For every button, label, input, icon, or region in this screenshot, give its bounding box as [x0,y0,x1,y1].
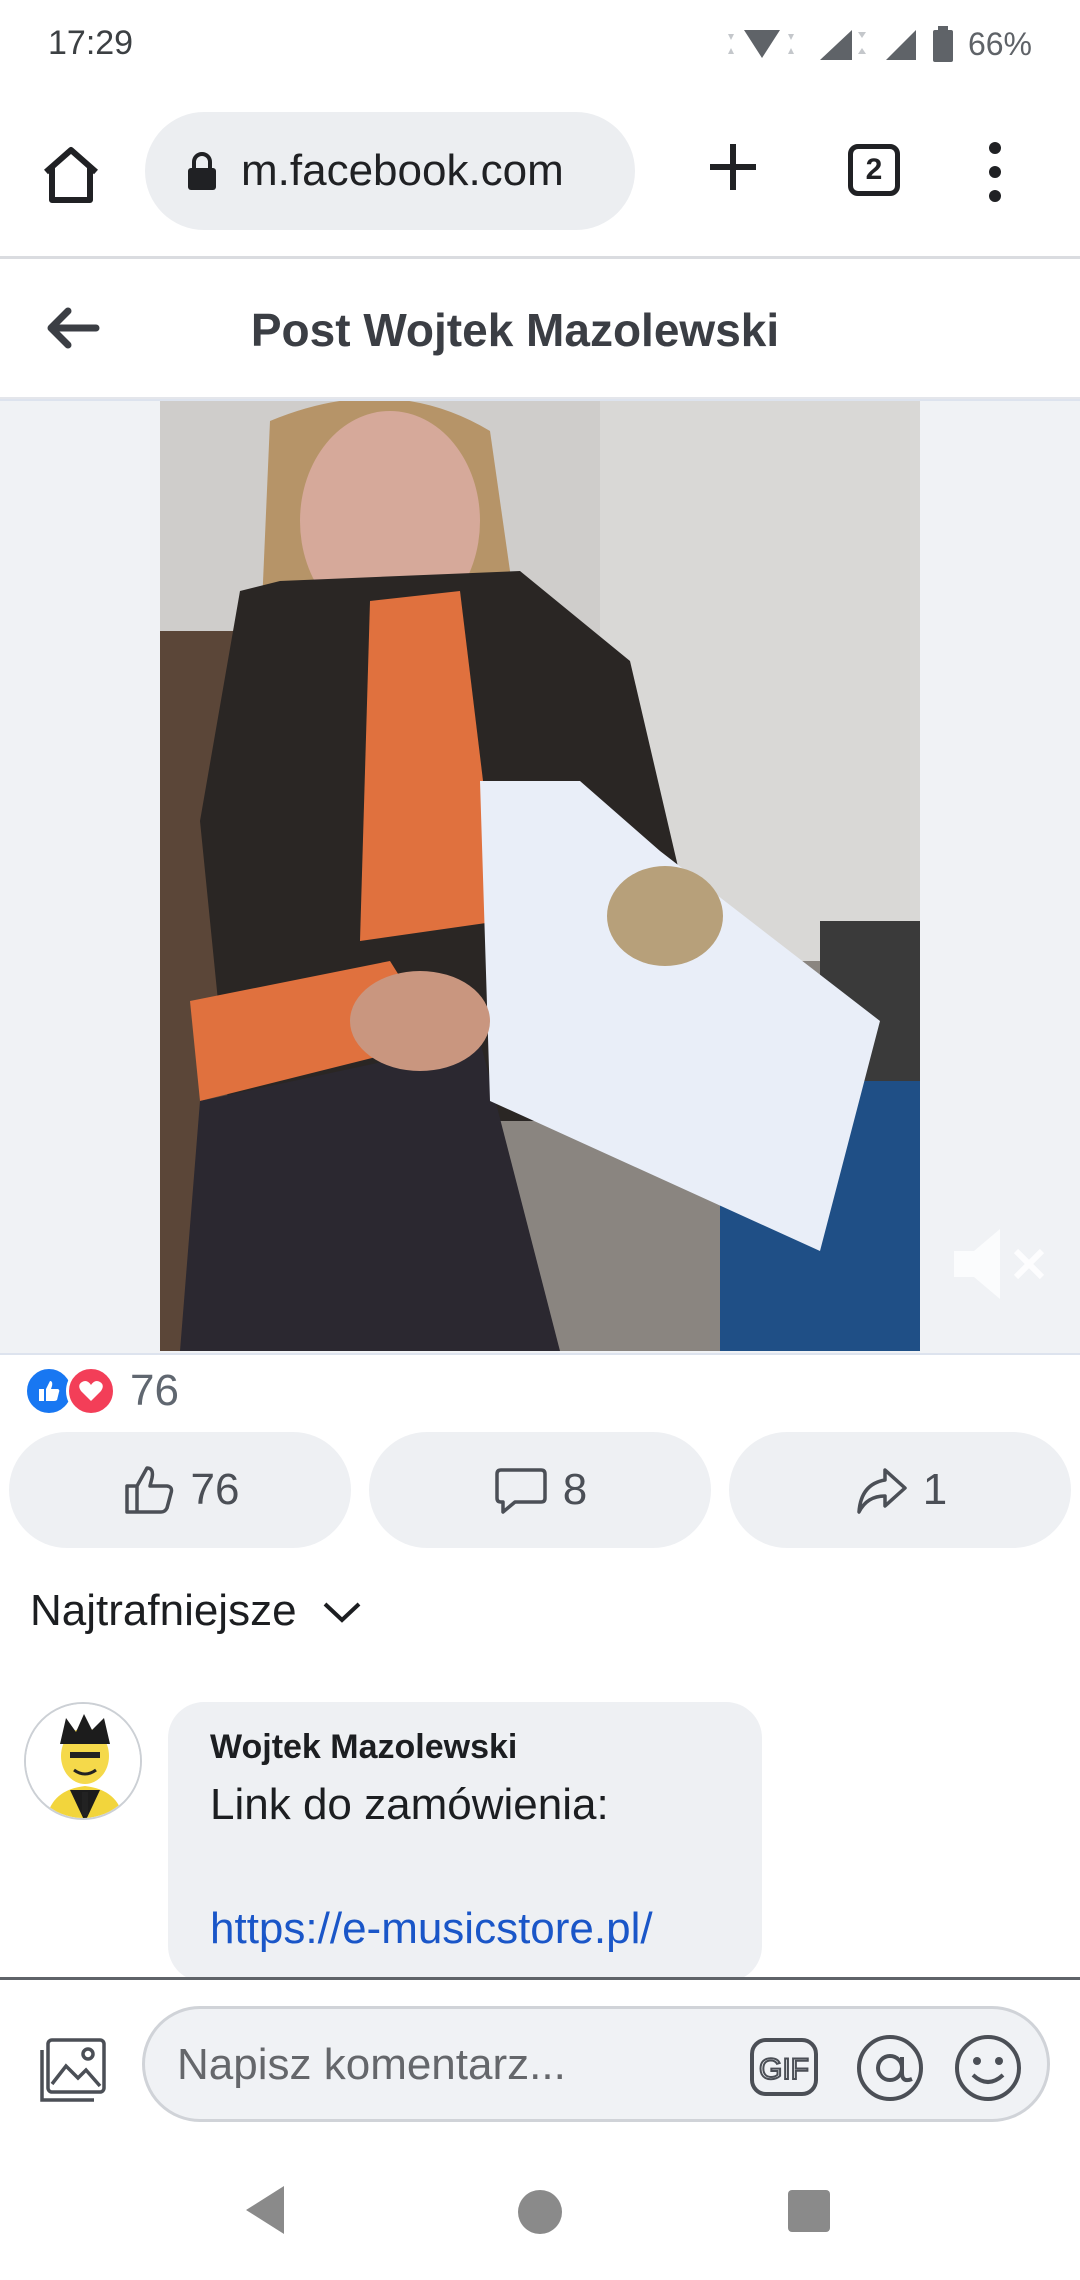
signal-icon-2 [885,30,916,60]
comment-author[interactable]: Wojtek Mazolewski [210,1728,517,1767]
thumbs-up-icon [124,1466,173,1514]
comment-field[interactable]: GIF [142,2006,1050,2122]
url-text: m.facebook.com [241,146,564,195]
comment-text: Link do zamówienia: [210,1780,609,1829]
comment-button[interactable]: 8 [369,1432,711,1548]
share-arrow-icon [857,1468,907,1514]
photo-icon[interactable] [36,2034,110,2108]
nav-home-icon[interactable] [518,2190,562,2234]
home-icon[interactable] [38,142,104,208]
love-reaction-icon [66,1366,116,1416]
mention-icon[interactable] [855,2033,925,2103]
status-icons: 66% [722,22,1032,66]
share-button[interactable]: 1 [729,1432,1071,1548]
status-time: 17:29 [48,24,134,62]
system-nav-bar [0,2150,1080,2280]
tab-switcher-button[interactable]: 2 [848,144,900,196]
chevron-down-icon [323,1602,360,1623]
reaction-count: 76 [130,1366,179,1415]
comment-composer: GIF [0,1977,1080,2153]
avatar-image [26,1704,140,1818]
nav-recents-icon[interactable] [788,2190,830,2232]
comment-count: 8 [562,1465,588,1514]
address-bar[interactable]: m.facebook.com [145,112,635,230]
comment-sort-dropdown[interactable]: Najtrafniejsze [30,1586,363,1636]
comment-bubble: Wojtek Mazolewski Link do zamówienia: ht… [168,1702,762,1982]
wifi-icon [727,30,794,58]
like-button[interactable]: 76 [9,1432,351,1548]
page-title: Post Wojtek Mazolewski [250,304,780,356]
gif-icon[interactable]: GIF [749,2037,819,2097]
status-bar: 17:29 66% [0,0,1080,90]
reactions-summary[interactable]: 76 [24,1361,179,1421]
signal-icon-1 [819,30,866,60]
plus-icon[interactable] [702,136,764,198]
muted-speaker-icon[interactable] [948,1219,1048,1309]
video-player[interactable] [0,399,1080,1355]
lock-icon [188,152,216,190]
speech-bubble-icon [495,1468,547,1514]
like-count: 76 [190,1465,240,1514]
video-frame[interactable] [160,401,920,1351]
avatar[interactable] [24,1702,142,1820]
sort-label: Najtrafniejsze [30,1586,297,1635]
svg-text:GIF: GIF [759,2053,809,2086]
battery-icon [932,26,953,62]
video-thumbnail [160,401,920,1351]
nav-back-icon[interactable] [244,2184,288,2236]
battery-percent: 66% [967,25,1032,62]
emoji-icon[interactable] [953,2033,1023,2103]
browser-toolbar: m.facebook.com 2 [0,90,1080,259]
comment-link[interactable]: https://e-musicstore.pl/ [210,1904,653,1954]
comment-input[interactable] [175,2029,699,2101]
share-count: 1 [922,1465,948,1514]
more-vertical-icon[interactable] [980,138,1010,206]
page-header: Post Wojtek Mazolewski [0,259,1080,399]
